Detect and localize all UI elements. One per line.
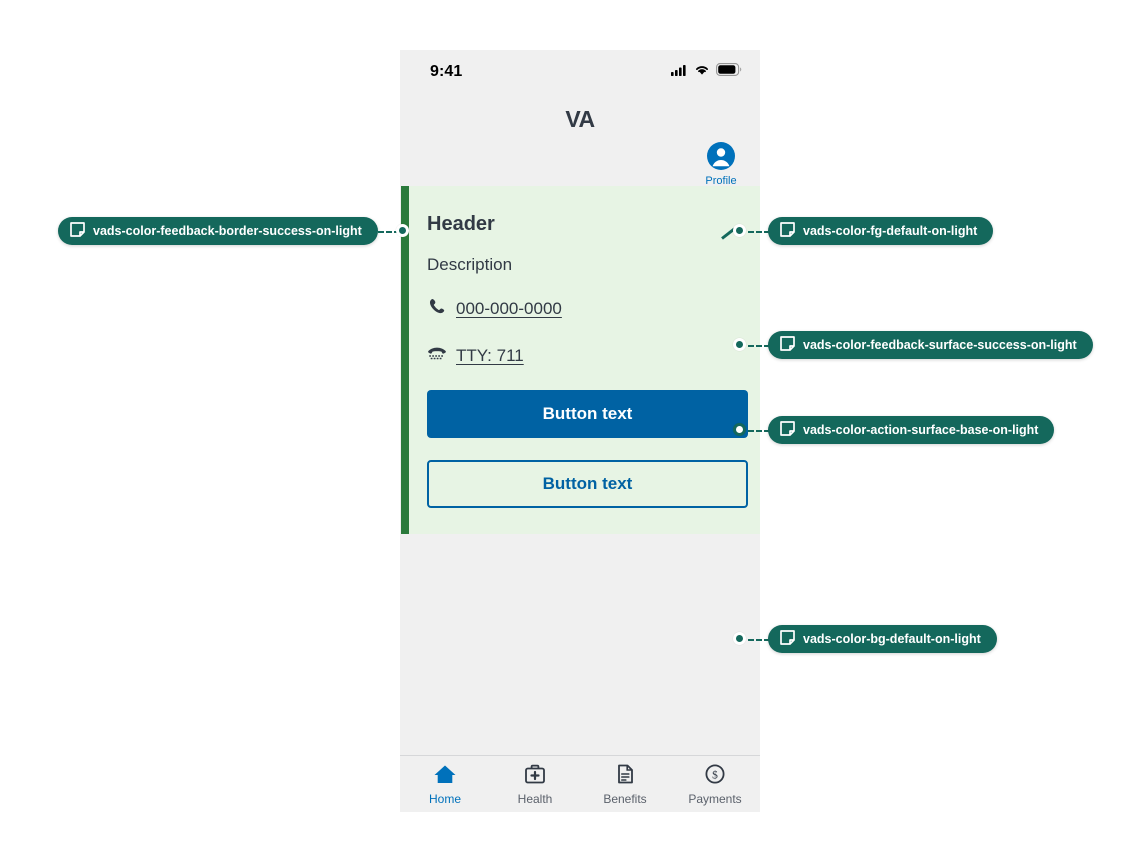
annotation-pill-label: vads-color-feedback-surface-success-on-l… bbox=[803, 338, 1077, 352]
annotation-pill-label: vads-color-action-surface-base-on-light bbox=[803, 423, 1039, 437]
secondary-button[interactable]: Button text bbox=[427, 460, 748, 509]
primary-button[interactable]: Button text bbox=[427, 390, 748, 439]
profile-button[interactable]: Profile bbox=[696, 142, 746, 187]
document-icon bbox=[613, 763, 637, 790]
annotation-dot-fg-default bbox=[733, 224, 746, 237]
nav-item-health[interactable]: Health bbox=[490, 756, 580, 812]
nav-item-benefits[interactable]: Benefits bbox=[580, 756, 670, 812]
nav-item-health-label: Health bbox=[517, 792, 553, 806]
annotation-pill-label: vads-color-fg-default-on-light bbox=[803, 224, 978, 238]
annotation-leader-line bbox=[748, 639, 770, 641]
annotation-pill-action-surface-base: vads-color-action-surface-base-on-light bbox=[768, 416, 1055, 444]
color-token-icon bbox=[780, 421, 795, 439]
annotation-dot-bg-default bbox=[733, 632, 746, 645]
annotation-pill-feedback-border-success: vads-color-feedback-border-success-on-li… bbox=[58, 217, 378, 245]
phone-mockup: 9:41 VA Profile Header Description 000-0… bbox=[400, 50, 760, 812]
nav-item-payments-label: Payments bbox=[688, 792, 742, 806]
color-token-icon bbox=[70, 222, 85, 240]
phone-number-link[interactable]: 000-000-0000 bbox=[456, 299, 562, 319]
alert-card-description: Description bbox=[427, 255, 513, 274]
annotation-pill-label: vads-color-bg-default-on-light bbox=[803, 632, 981, 646]
annotation-dot-feedback-border-success bbox=[396, 224, 409, 237]
annotation-pill-bg-default: vads-color-bg-default-on-light bbox=[768, 625, 997, 653]
screenshot-canvas: 9:41 VA Profile Header Description 000-0… bbox=[0, 0, 1147, 860]
nav-item-benefits-label: Benefits bbox=[603, 792, 647, 806]
annotation-pill-fg-default: vads-color-fg-default-on-light bbox=[768, 217, 994, 245]
nav-item-home[interactable]: Home bbox=[400, 756, 490, 812]
status-bar-icons bbox=[671, 63, 742, 81]
tty-link[interactable]: TTY: 711 bbox=[456, 346, 524, 366]
annotation-leader-line bbox=[748, 231, 770, 233]
home-icon bbox=[433, 763, 457, 790]
color-token-icon bbox=[780, 336, 795, 354]
color-token-icon bbox=[780, 222, 795, 240]
status-bar: 9:41 bbox=[400, 50, 760, 94]
svg-text:$: $ bbox=[712, 769, 718, 782]
tty-contact-row[interactable]: TTY: 711 bbox=[427, 343, 740, 368]
profile-avatar-icon bbox=[707, 142, 735, 175]
annotation-dot-feedback-surface-success bbox=[733, 338, 746, 351]
va-logo: VA bbox=[565, 106, 595, 132]
cellular-signal-icon bbox=[671, 63, 688, 81]
annotation-pill-label: vads-color-feedback-border-success-on-li… bbox=[93, 224, 362, 238]
status-bar-clock: 9:41 bbox=[430, 63, 463, 80]
annotation-leader-line bbox=[748, 430, 770, 432]
tty-teletype-icon bbox=[427, 343, 447, 368]
dollar-circle-icon: $ bbox=[703, 763, 727, 790]
alert-card: Header Description 000-000-0000 TTY: 711… bbox=[401, 186, 760, 535]
app-header: VA Profile bbox=[400, 94, 760, 187]
phone-handset-icon bbox=[427, 296, 447, 321]
medical-kit-icon bbox=[523, 763, 547, 790]
annotation-leader-line bbox=[748, 345, 770, 347]
wifi-icon bbox=[694, 63, 710, 81]
color-token-icon bbox=[780, 630, 795, 648]
phone-contact-row[interactable]: 000-000-0000 bbox=[427, 296, 740, 321]
bottom-navigation: Home Health Benefits $ Payments bbox=[400, 755, 760, 812]
alert-card-header: Header bbox=[427, 213, 495, 235]
battery-icon bbox=[716, 63, 742, 81]
nav-item-home-label: Home bbox=[428, 792, 461, 806]
nav-item-payments[interactable]: $ Payments bbox=[670, 756, 760, 812]
annotation-dot-action-surface-base bbox=[733, 423, 746, 436]
annotation-pill-feedback-surface-success: vads-color-feedback-surface-success-on-l… bbox=[768, 331, 1093, 359]
